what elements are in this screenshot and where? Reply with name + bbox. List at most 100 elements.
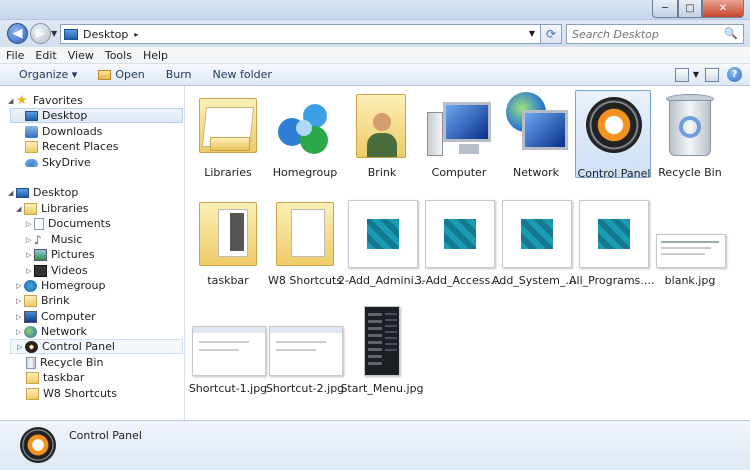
menu-edit[interactable]: Edit [35, 49, 56, 62]
details-item-name: Control Panel [69, 429, 142, 442]
expand-arrow-icon[interactable]: ▷ [16, 328, 24, 336]
file-item-reg-4[interactable]: All_Programs.reg [569, 198, 657, 287]
skydrive-icon [25, 158, 38, 167]
tree-fav-recent[interactable]: Recent Places [25, 139, 119, 154]
refresh-button[interactable]: ⟳ [541, 24, 562, 44]
expand-arrow-icon[interactable]: ▷ [16, 282, 24, 290]
collapse-arrow-icon[interactable]: ◢ [8, 97, 16, 105]
close-button[interactable]: ✕ [702, 0, 744, 18]
tree-pictures[interactable]: ▷ Pictures [26, 247, 95, 262]
file-item-homegroup[interactable]: Homegroup [267, 90, 343, 179]
file-item-w8-shortcuts[interactable]: W8 Shortcuts [267, 198, 343, 287]
menu-file[interactable]: File [6, 49, 24, 62]
collapse-arrow-icon[interactable]: ◢ [16, 205, 24, 213]
tree-label: Desktop [33, 186, 79, 199]
expand-arrow-icon[interactable]: ▷ [26, 236, 34, 244]
tree-documents[interactable]: ▷ Documents [26, 216, 111, 231]
tree-homegroup[interactable]: ▷ Homegroup [16, 278, 105, 293]
recycle-bin-icon [26, 356, 36, 369]
libraries-icon [199, 98, 257, 153]
menu-tools[interactable]: Tools [105, 49, 132, 62]
organize-button[interactable]: Organize ▾ [19, 68, 77, 81]
tree-libraries[interactable]: ◢ Libraries [16, 201, 89, 216]
burn-button[interactable]: Burn [166, 68, 192, 81]
address-bar[interactable]: Desktop ▸ ▼ [60, 24, 541, 44]
file-label: All_Programs.reg [569, 274, 657, 287]
file-item-reg-3[interactable]: Add_System_Too... [492, 198, 580, 287]
file-label: taskbar [207, 274, 249, 287]
tree-computer[interactable]: ▷ Computer [16, 309, 96, 324]
view-dropdown-icon[interactable]: ▼ [693, 70, 699, 79]
file-item-blank-jpg[interactable]: blank.jpg [652, 198, 728, 287]
file-item-taskbar[interactable]: taskbar [190, 198, 266, 287]
tree-network[interactable]: ▷ Network [16, 324, 87, 339]
tree-taskbar[interactable]: taskbar [26, 370, 84, 385]
file-item-reg-1[interactable]: 2-Add_Administr... [338, 198, 426, 287]
file-item-shortcut-1[interactable]: Shortcut-1.jpg [189, 306, 267, 395]
expand-arrow-icon[interactable]: ▷ [26, 267, 34, 275]
address-dropdown-icon[interactable]: ▼ [529, 29, 535, 38]
change-view-icon[interactable] [674, 67, 689, 82]
user-folder-icon [24, 294, 37, 307]
folder-icon [26, 371, 39, 384]
preview-pane-icon[interactable] [705, 67, 719, 82]
desktop-icon [64, 28, 78, 40]
search-box[interactable]: 🔍 [566, 24, 744, 44]
computer-icon [427, 102, 493, 158]
navigation-pane[interactable]: ◢ ★ Favorites Desktop Downloads Recent P… [0, 86, 185, 420]
file-item-brink[interactable]: Brink [344, 90, 420, 179]
file-label: Computer [431, 166, 487, 179]
menu-view[interactable]: View [68, 49, 94, 62]
tree-music[interactable]: ▷ ♪ Music [26, 232, 82, 247]
file-item-recycle-bin[interactable]: Recycle Bin [652, 90, 728, 179]
tree-label: Recent Places [42, 140, 119, 153]
file-item-libraries[interactable]: Libraries [190, 90, 266, 179]
file-label: Network [513, 166, 559, 179]
file-item-shortcut-2[interactable]: Shortcut-2.jpg [266, 306, 344, 395]
registry-file-icon [502, 200, 572, 268]
breadcrumb-desktop[interactable]: Desktop [83, 28, 128, 41]
file-item-control-panel[interactable]: Control Panel [575, 90, 651, 180]
folder-icon [26, 387, 39, 400]
menu-help[interactable]: Help [143, 49, 168, 62]
file-label: Recycle Bin [658, 166, 722, 179]
file-item-network[interactable]: Network [498, 90, 574, 179]
tree-fav-downloads[interactable]: Downloads [25, 124, 102, 139]
expand-arrow-icon[interactable]: ▷ [17, 343, 25, 351]
expand-arrow-icon[interactable]: ▷ [16, 297, 24, 305]
tree-recycle-bin[interactable]: Recycle Bin [26, 355, 103, 370]
tree-favorites[interactable]: ◢ ★ Favorites [8, 93, 83, 108]
collapse-arrow-icon[interactable]: ◢ [8, 189, 16, 197]
tree-brink[interactable]: ▷ Brink [16, 293, 69, 308]
minimize-button[interactable]: ─ [652, 0, 678, 18]
registry-file-icon [425, 200, 495, 268]
file-item-reg-2[interactable]: 3-Add_Accessori... [415, 198, 503, 287]
open-button[interactable]: Open [98, 68, 145, 81]
help-icon[interactable]: ? [727, 67, 742, 82]
maximize-button[interactable]: □ [678, 0, 702, 18]
forward-button[interactable]: ▶ [30, 23, 51, 44]
tree-label: Network [41, 325, 87, 338]
tree-videos[interactable]: ▷ Videos [26, 263, 88, 278]
tree-control-panel[interactable]: ▷ Control Panel [10, 339, 183, 354]
tree-fav-desktop[interactable]: Desktop [10, 108, 183, 123]
recent-pages-dropdown[interactable]: ▼ [51, 29, 57, 38]
tree-w8-shortcuts[interactable]: W8 Shortcuts [26, 386, 117, 401]
back-button[interactable]: ◀ [7, 23, 28, 44]
tree-fav-skydrive[interactable]: SkyDrive [25, 155, 91, 170]
file-item-computer[interactable]: Computer [421, 90, 497, 179]
expand-arrow-icon[interactable]: ▷ [26, 220, 34, 228]
expand-arrow-icon[interactable]: ▷ [16, 313, 24, 321]
new-folder-button[interactable]: New folder [213, 68, 272, 81]
file-label: 3-Add_Accessori... [415, 274, 503, 287]
desktop-icon [25, 110, 38, 121]
breadcrumb-separator-icon[interactable]: ▸ [134, 30, 138, 39]
file-item-start-menu[interactable]: Start_Menu.jpg [340, 306, 424, 395]
search-input[interactable] [572, 27, 722, 41]
desktop-icon [16, 187, 29, 198]
tree-desktop[interactable]: ◢ Desktop [8, 185, 78, 200]
file-view[interactable]: Libraries Homegroup Brink Computer Netwo… [186, 86, 750, 420]
menu-bar: File Edit View Tools Help [0, 47, 750, 64]
expand-arrow-icon[interactable]: ▷ [26, 251, 34, 259]
search-icon[interactable]: 🔍 [724, 27, 738, 40]
